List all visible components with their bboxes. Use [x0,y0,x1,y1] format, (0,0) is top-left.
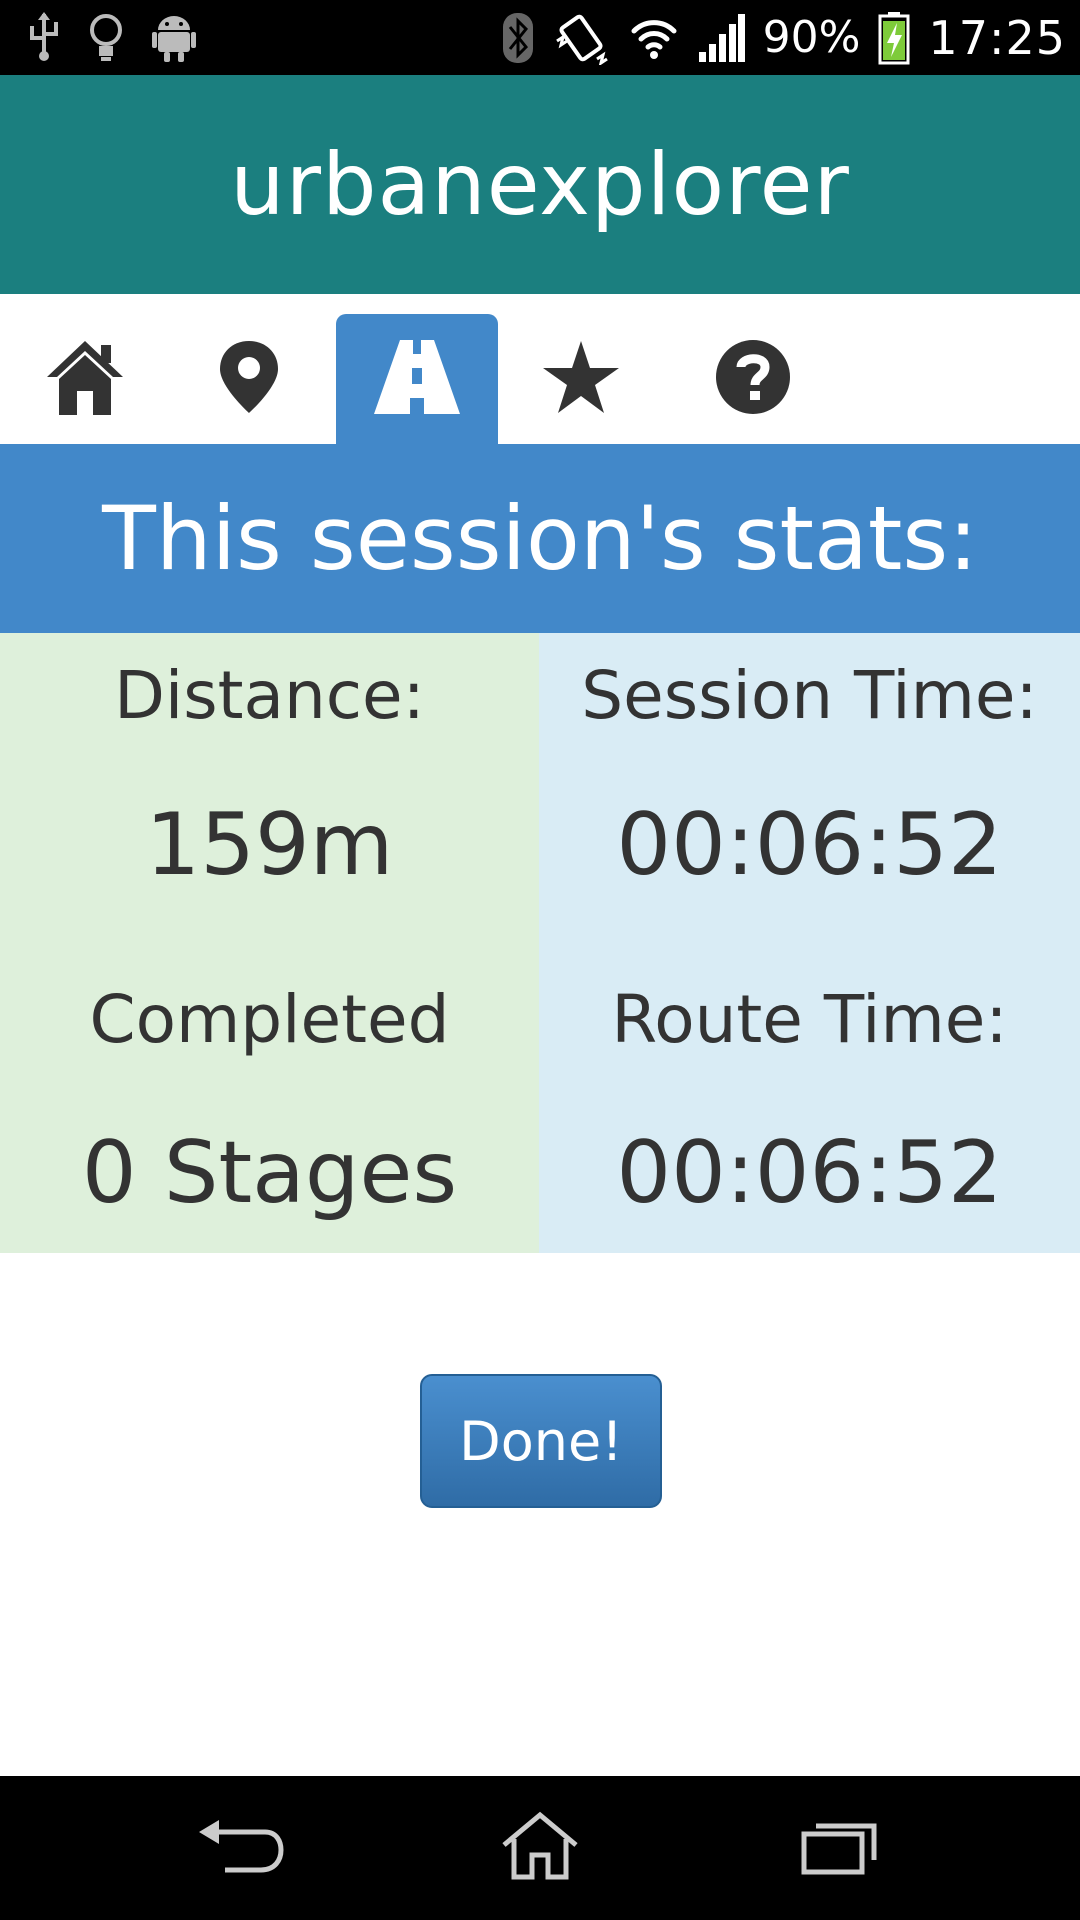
tab-bar [0,294,1080,444]
tab-favorites[interactable] [500,314,662,444]
road-icon [374,339,460,419]
done-button[interactable]: Done! [420,1374,662,1508]
route-time-value: 00:06:52 [616,1123,1003,1223]
distance-value: 159m [145,795,394,895]
battery-percent: 90% [762,12,861,63]
status-bar: 90% 17:25 [0,0,1080,75]
stats-banner: This session's stats: [0,444,1080,633]
session-time-value: 00:06:52 [616,795,1003,895]
completed-value: 0 Stages [81,1123,458,1223]
tab-home[interactable] [4,314,166,444]
system-nav-bar [0,1776,1080,1920]
app-header: urbanexplorer [0,75,1080,294]
android-icon [152,12,196,62]
stats-panel-left: Distance: 159m Completed 0 Stages [0,633,539,1253]
map-pin-icon [218,339,280,420]
lightbulb-icon [88,12,124,62]
vibrate-icon [553,11,611,65]
route-time-label: Route Time: [611,981,1008,1058]
back-icon [195,1816,285,1881]
back-button[interactable] [190,1806,290,1890]
stats-grid: Distance: 159m Completed 0 Stages Sessio… [0,633,1080,1253]
clock: 17:25 [928,11,1066,65]
signal-icon [697,14,745,62]
wifi-icon [629,13,679,63]
recent-apps-button[interactable] [790,1806,890,1890]
tab-location[interactable] [168,314,330,444]
home-nav-button[interactable] [490,1806,590,1890]
completed-label: Completed [89,981,450,1058]
question-icon [715,339,791,420]
session-time-label: Session Time: [581,657,1038,734]
home-outline-icon [500,1811,580,1886]
recent-apps-icon [800,1816,880,1881]
battery-charging-icon [878,11,910,65]
home-icon [45,339,125,420]
tab-help[interactable] [672,314,834,444]
banner-title: This session's stats: [102,487,978,590]
distance-label: Distance: [114,657,425,734]
bluetooth-icon [501,11,535,65]
stats-panel-right: Session Time: 00:06:52 Route Time: 00:06… [539,633,1080,1253]
usb-icon [28,12,60,62]
star-icon [543,340,619,418]
tab-route[interactable] [336,314,498,444]
app-title: urbanexplorer [230,134,850,235]
